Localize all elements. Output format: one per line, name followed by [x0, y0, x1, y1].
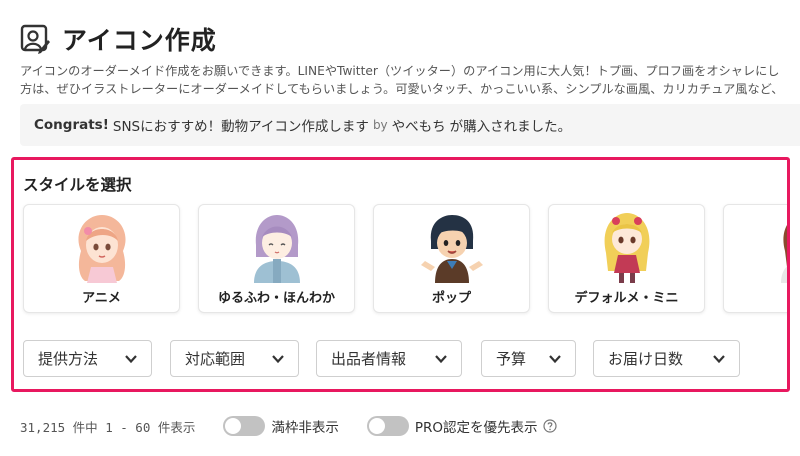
style-card-label: ゆるふわ・ほんわか	[217, 291, 335, 306]
description-line-2: 方は、ぜひイラストレーターにオーダーメイドしてもらいましょう。可愛いタッチ、かっ…	[20, 82, 784, 96]
toggle-hide-full[interactable]	[223, 416, 266, 436]
toggle-hide-full-label: 満枠非表示	[271, 420, 339, 436]
style-card-label: アニメ	[82, 291, 121, 306]
filter-delivery-days[interactable]: お届け日数	[593, 340, 740, 377]
chevron-down-icon	[713, 355, 725, 364]
filter-label: 対応範囲	[185, 350, 246, 368]
filter-delivery-method[interactable]: 提供方法	[23, 340, 152, 377]
notice-by: by	[372, 118, 388, 132]
toggle-knob	[225, 418, 242, 434]
filter-label: 出品者情報	[331, 350, 407, 368]
chevron-down-icon	[435, 355, 447, 364]
style-card-deformed-mini[interactable]: デフォルメ・ミニ	[548, 204, 705, 313]
purchase-notice: Congrats! SNSにおすすめ！動物アイコン作成します by やべもち が…	[20, 104, 800, 146]
pop-style-boy-icon	[420, 215, 483, 283]
style-card-label: リア	[724, 287, 787, 306]
filter-label: 予算	[496, 350, 527, 368]
toggle-knob	[368, 418, 385, 434]
style-selector-panel: スタイルを選択 アニメ ゆるふわ・ほんわか ポップ デフォルメ・ミニ 提供方法 …	[11, 157, 790, 392]
style-card-label: ポップ	[431, 291, 471, 306]
notice-seller-link[interactable]: やべもち	[392, 115, 446, 135]
description-line-1: アイコンのオーダーメイド作成をお願いできます。LINEやTwitter（ツイッタ…	[20, 64, 780, 78]
realistic-style-icon	[780, 224, 787, 283]
toggle-pro-priority-label: PRO認定を優先表示	[414, 420, 538, 436]
notice-service-link[interactable]: SNSにおすすめ！動物アイコン作成します	[113, 115, 369, 135]
soft-style-girl-icon	[253, 215, 300, 283]
question-circle-icon[interactable]	[542, 419, 557, 433]
filter-label: 提供方法	[38, 350, 99, 368]
chevron-down-icon	[272, 355, 284, 364]
result-count: 31,215 件中 1 - 60 件表示	[20, 419, 196, 435]
style-card-anime[interactable]: アニメ	[23, 204, 180, 313]
style-card-pop[interactable]: ポップ	[373, 204, 530, 313]
portrait-pen-icon	[20, 24, 50, 54]
style-card-yurufuwa[interactable]: ゆるふわ・ほんわか	[198, 204, 355, 313]
notice-suffix: が購入されました。	[449, 119, 572, 135]
style-card-realistic[interactable]: リア	[723, 204, 787, 313]
anime-style-girl-icon	[77, 215, 126, 283]
page-title: アイコン作成	[62, 26, 217, 55]
chevron-down-icon	[125, 355, 137, 364]
category-description: アイコンのオーダーメイド作成をお願いできます。LINEやTwitter（ツイッタ…	[20, 62, 800, 98]
results-bar: 31,215 件中 1 - 60 件表示 満枠非表示 PRO認定を優先表示	[20, 415, 557, 437]
notice-congrats: Congrats!	[34, 117, 109, 133]
style-card-label: デフォルメ・ミニ	[574, 291, 679, 306]
filter-budget[interactable]: 予算	[481, 340, 576, 377]
chibi-style-girl-icon	[604, 213, 649, 283]
filter-seller-info[interactable]: 出品者情報	[316, 340, 462, 377]
filter-coverage[interactable]: 対応範囲	[170, 340, 299, 377]
style-selector-title: スタイルを選択	[23, 176, 132, 194]
page-header: アイコン作成	[20, 22, 217, 56]
toggle-pro-priority[interactable]	[366, 416, 409, 436]
filter-label: お届け日数	[608, 350, 684, 368]
chevron-down-icon	[549, 355, 561, 364]
